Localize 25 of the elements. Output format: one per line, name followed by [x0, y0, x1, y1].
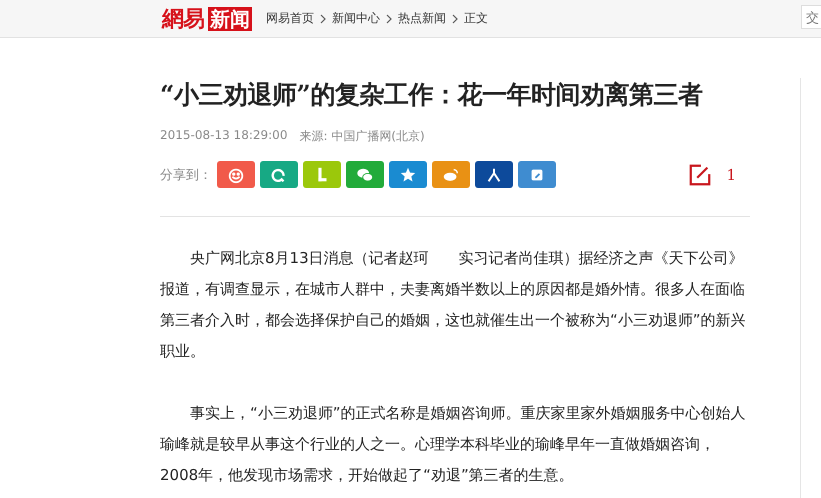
source-text: 来源: 中国广播网(北京) [299, 128, 425, 145]
chevron-icon [452, 14, 458, 24]
logo-section[interactable]: 新闻 [208, 6, 252, 30]
person-icon [485, 166, 503, 184]
edit-icon[interactable] [688, 162, 712, 186]
article-paragraph: 事实上，“小三劝退师”的正式名称是婚姻咨询师。重庆家里家外婚姻服务中心创始人瑜峰就是较早从事这个行业的人之一。心理学本科毕业的瑜峰早年一直做婚姻咨询，2008年，他发现市场需求，开始做起了“劝退”第三者的生意。 [160, 403, 747, 486]
share-button[interactable] [475, 161, 513, 188]
breadcrumb-link[interactable]: 正文 [464, 10, 488, 27]
wechat-icon [356, 166, 374, 184]
chevron-icon [320, 14, 326, 24]
share-label: 分享到： [160, 166, 212, 184]
breadcrumb-link[interactable]: 新闻中心 [332, 10, 380, 27]
smile-icon [227, 166, 245, 184]
breadcrumb-link[interactable]: 热点新闻 [398, 10, 446, 27]
breadcrumb-link[interactable]: 网易首页 [266, 10, 314, 27]
share-button[interactable] [518, 161, 556, 188]
logo-brand[interactable]: 網易 [162, 4, 204, 34]
search-field[interactable]: 交 [801, 5, 821, 29]
star-icon [399, 166, 417, 184]
article-paragraph: 央广网北京8月13日消息（记者赵珂 实习记者尚佳琪）据经济之声《天下公司》报道，有调查显示，在城市人群中，夫妻离婚半数以上的原因都是婚外情。很多人在面临第三者介入时，都会选择保护自己的婚姻，这也就催生出一个被称为“小三劝退师”的新兴职业。 [160, 248, 747, 362]
article-title: “小三劝退师”的复杂工作：花一年时间劝离第三者 [160, 79, 704, 111]
comment-count[interactable]: 1 [726, 166, 736, 184]
chevron-icon [386, 14, 392, 24]
publish-date: 2015-08-13 18:29:00 [160, 128, 288, 144]
share-button[interactable] [389, 161, 427, 188]
